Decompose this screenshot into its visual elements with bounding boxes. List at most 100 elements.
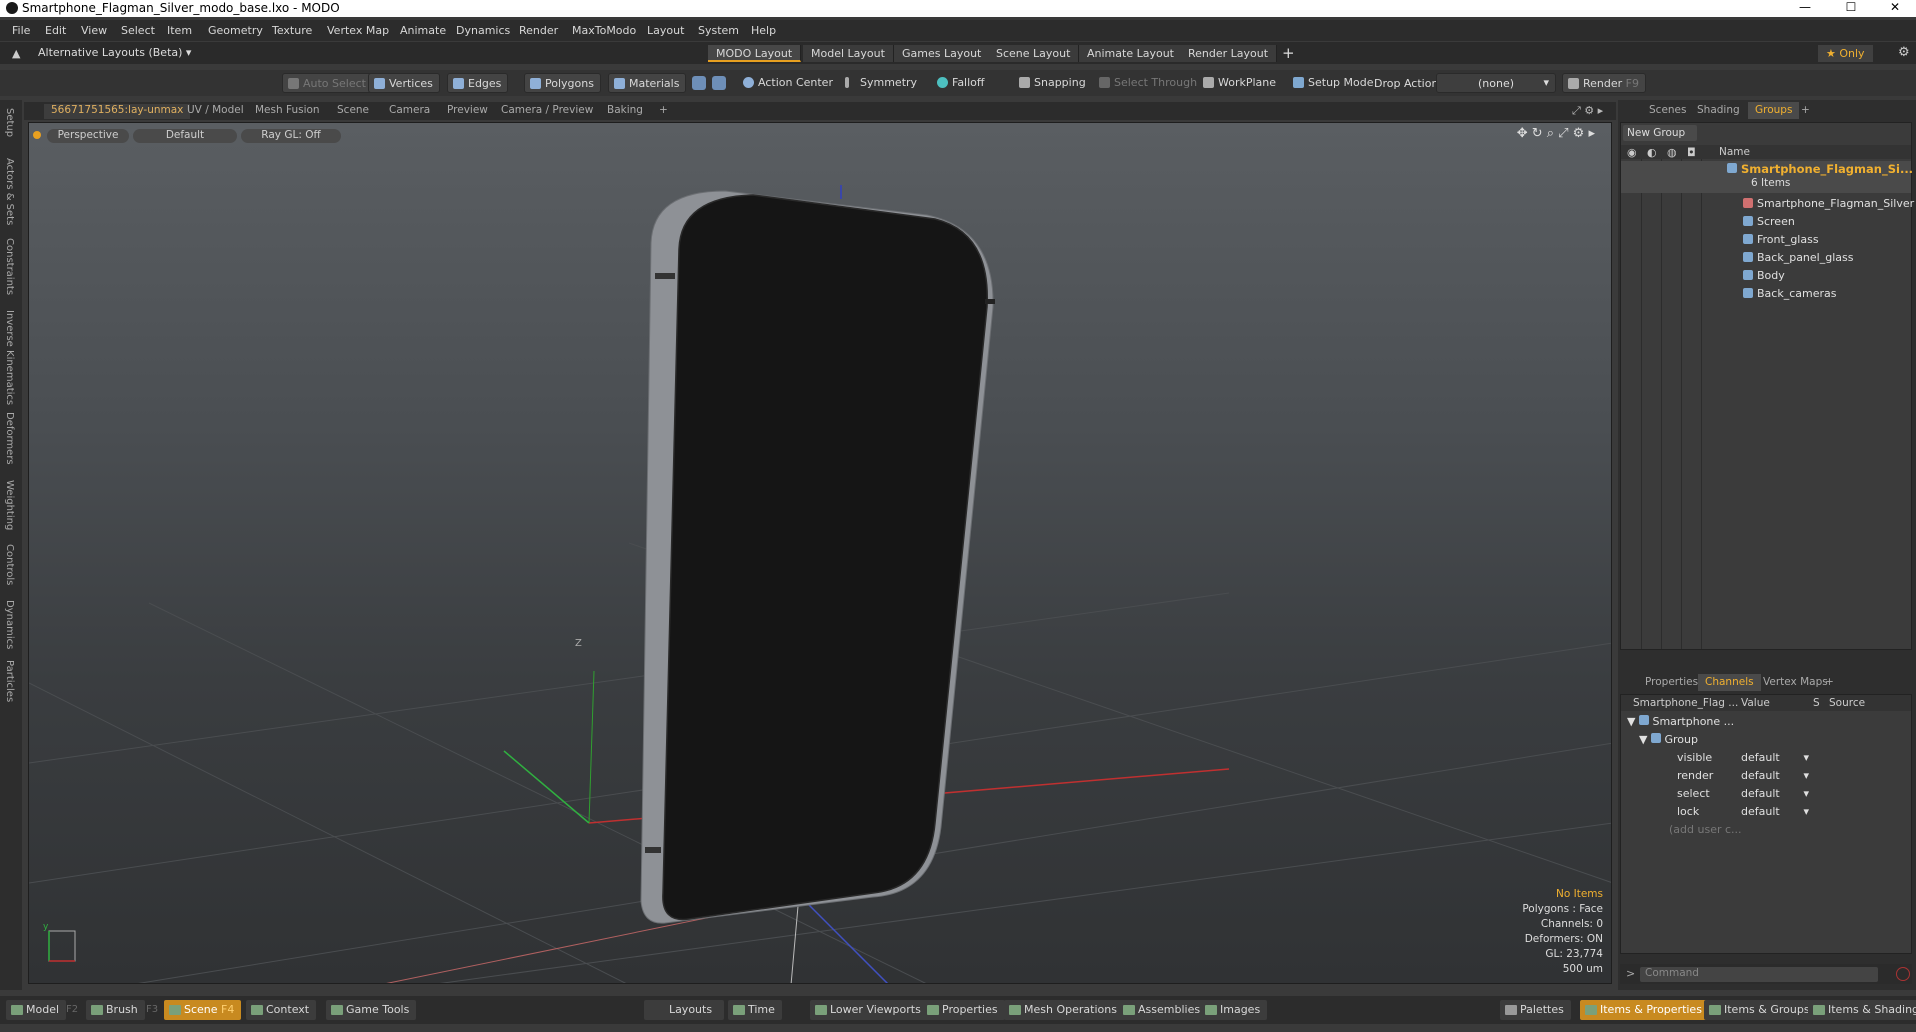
select-mode-alt-icon[interactable] xyxy=(712,76,726,90)
add-layout-button[interactable]: + xyxy=(1282,44,1295,62)
only-toggle[interactable]: ★ Only xyxy=(1818,45,1873,62)
group-item-front-glass[interactable]: Front_glass xyxy=(1743,233,1819,246)
time-button[interactable]: Time xyxy=(728,1000,782,1020)
auto-select-button[interactable]: Auto Select xyxy=(282,73,373,93)
menu-geometry[interactable]: Geometry xyxy=(208,24,263,37)
add-tab-button[interactable]: + xyxy=(652,104,675,119)
tab-groups[interactable]: Groups xyxy=(1748,102,1800,119)
channel-lock-value[interactable]: default ▾ xyxy=(1741,805,1811,818)
visibility-eye-icon[interactable]: ◉ xyxy=(1627,146,1637,159)
group-item-screen[interactable]: Screen xyxy=(1743,215,1795,228)
lower-viewports-button[interactable]: Lower Viewports xyxy=(810,1000,928,1020)
3d-viewport[interactable]: Perspective Default Ray GL: Off ✥ ↻ ⌕ ⤢ … xyxy=(28,122,1612,984)
vtab-inverse-kinematics[interactable]: Inverse Kinematics xyxy=(4,310,15,405)
render-button[interactable]: Render F9 xyxy=(1562,73,1646,93)
palettes-button[interactable]: Palettes xyxy=(1500,1000,1571,1020)
polygons-button[interactable]: Polygons xyxy=(524,73,601,93)
group-item-back-cameras[interactable]: Back_cameras xyxy=(1743,287,1836,300)
vtab-constraints[interactable]: Constraints xyxy=(4,238,15,295)
menu-maxtomodo[interactable]: MaxToModo xyxy=(572,24,636,37)
tab-uv-model[interactable]: UV / Model xyxy=(180,104,251,119)
channel-visible-value[interactable]: default ▾ xyxy=(1741,751,1811,764)
tab-games-layout[interactable]: Games Layout xyxy=(894,45,991,62)
select-mode-icon[interactable] xyxy=(692,76,706,90)
record-icon[interactable] xyxy=(1896,967,1910,981)
action-center-button[interactable]: Action Center xyxy=(738,73,839,93)
vtab-particles[interactable]: Particles xyxy=(4,660,15,702)
vtab-weighting[interactable]: Weighting xyxy=(4,480,15,530)
select-column-icon[interactable]: ◍ xyxy=(1667,146,1677,159)
menu-dynamics[interactable]: Dynamics xyxy=(456,24,510,37)
drop-action-select[interactable]: (none) ▾ xyxy=(1436,73,1556,93)
channel-render-value[interactable]: default ▾ xyxy=(1741,769,1811,782)
model-button[interactable]: Model xyxy=(6,1000,67,1020)
close-button[interactable]: ✕ xyxy=(1872,0,1916,17)
group-item-back-panel-glass[interactable]: Back_panel_glass xyxy=(1743,251,1853,264)
workplane-button[interactable]: WorkPlane xyxy=(1198,73,1282,93)
tab-shading[interactable]: Shading xyxy=(1690,102,1747,119)
render-column-icon[interactable]: ◐ xyxy=(1647,146,1657,159)
mesh-operations-button[interactable]: Mesh Operations xyxy=(1004,1000,1124,1020)
menu-vertex-map[interactable]: Vertex Map xyxy=(327,24,389,37)
items-groups-button[interactable]: Items & Groups xyxy=(1704,1000,1817,1020)
game-tools-button[interactable]: Game Tools xyxy=(326,1000,417,1020)
tab-preview[interactable]: Preview xyxy=(440,104,495,119)
tab-scene[interactable]: Scene xyxy=(330,104,376,119)
command-input[interactable]: Command xyxy=(1640,967,1878,982)
menu-layout[interactable]: Layout xyxy=(647,24,684,37)
symmetry-button[interactable]: Symmetry xyxy=(840,73,923,93)
assemblies-button[interactable]: Assemblies xyxy=(1118,1000,1208,1020)
add-properties-tab-button[interactable]: + xyxy=(1818,674,1841,691)
tab-scenes[interactable]: Scenes xyxy=(1642,102,1693,119)
tab-camera-preview[interactable]: Camera / Preview xyxy=(494,104,600,119)
tab-render-layout[interactable]: Render Layout xyxy=(1180,45,1278,62)
tab-channels[interactable]: Channels xyxy=(1698,674,1761,691)
tab-camera[interactable]: Camera xyxy=(382,104,437,119)
group-row-selected[interactable]: Smartphone_Flagman_Si... 6 Items xyxy=(1621,161,1913,193)
tab-modo-layout[interactable]: MODO Layout xyxy=(708,45,802,62)
tab-mesh-fusion[interactable]: Mesh Fusion xyxy=(248,104,327,119)
vtab-actors-sets[interactable]: Actors & Sets xyxy=(4,158,15,225)
items-properties-button[interactable]: Items & Properties xyxy=(1580,1000,1709,1020)
vtab-setup[interactable]: Setup xyxy=(4,108,15,137)
vtab-controls[interactable]: Controls xyxy=(4,544,15,585)
falloff-button[interactable]: Falloff xyxy=(932,73,990,93)
group-item-smartphone[interactable]: Smartphone_Flagman_Silver xyxy=(1743,197,1914,210)
properties-button[interactable]: Properties xyxy=(922,1000,1005,1020)
menu-texture[interactable]: Texture xyxy=(272,24,312,37)
viewport-maximize-icon[interactable]: ⤢ ⚙ ▸ xyxy=(1572,104,1603,118)
layouts-button[interactable]: Layouts xyxy=(644,1000,724,1020)
layouts-up-icon[interactable]: ▲ xyxy=(12,47,20,60)
channel-root[interactable]: ▼ Smartphone ... xyxy=(1627,715,1734,728)
brush-button[interactable]: Brush xyxy=(86,1000,145,1020)
channel-select-value[interactable]: default ▾ xyxy=(1741,787,1811,800)
menu-select[interactable]: Select xyxy=(121,24,155,37)
tab-properties[interactable]: Properties xyxy=(1638,674,1705,691)
vertices-button[interactable]: Vertices xyxy=(368,73,440,93)
context-button[interactable]: Context xyxy=(246,1000,317,1020)
vtab-dynamics[interactable]: Dynamics xyxy=(4,600,15,649)
tab-lay-unmax[interactable]: 56671751565:lay-unmax xyxy=(44,104,191,119)
minimize-button[interactable]: — xyxy=(1782,0,1828,17)
tab-model-layout[interactable]: Model Layout xyxy=(803,45,894,62)
tab-animate-layout[interactable]: Animate Layout xyxy=(1079,45,1183,62)
settings-gear-icon[interactable]: ⚙ xyxy=(1898,45,1910,60)
items-shading-button[interactable]: Items & Shading xyxy=(1808,1000,1916,1020)
setup-mode-button[interactable]: Setup Mode xyxy=(1288,73,1379,93)
edges-button[interactable]: Edges xyxy=(447,73,509,93)
materials-button[interactable]: Materials xyxy=(608,73,687,93)
channel-group[interactable]: ▼ Group xyxy=(1639,733,1698,746)
menu-animate[interactable]: Animate xyxy=(400,24,446,37)
menu-file[interactable]: File xyxy=(12,24,30,37)
menu-system[interactable]: System xyxy=(698,24,739,37)
tab-scene-layout[interactable]: Scene Layout xyxy=(988,45,1080,62)
vtab-deformers[interactable]: Deformers xyxy=(4,412,15,465)
menu-view[interactable]: View xyxy=(81,24,107,37)
alternative-layouts-dropdown[interactable]: Alternative Layouts (Beta) ▾ xyxy=(38,46,191,59)
menu-render[interactable]: Render xyxy=(519,24,558,37)
tab-baking[interactable]: Baking xyxy=(600,104,650,119)
lock-column-icon[interactable]: ◘ xyxy=(1687,146,1696,159)
maximize-button[interactable]: ☐ xyxy=(1828,0,1874,17)
add-panel-tab-button[interactable]: + xyxy=(1794,102,1817,119)
menu-help[interactable]: Help xyxy=(751,24,776,37)
